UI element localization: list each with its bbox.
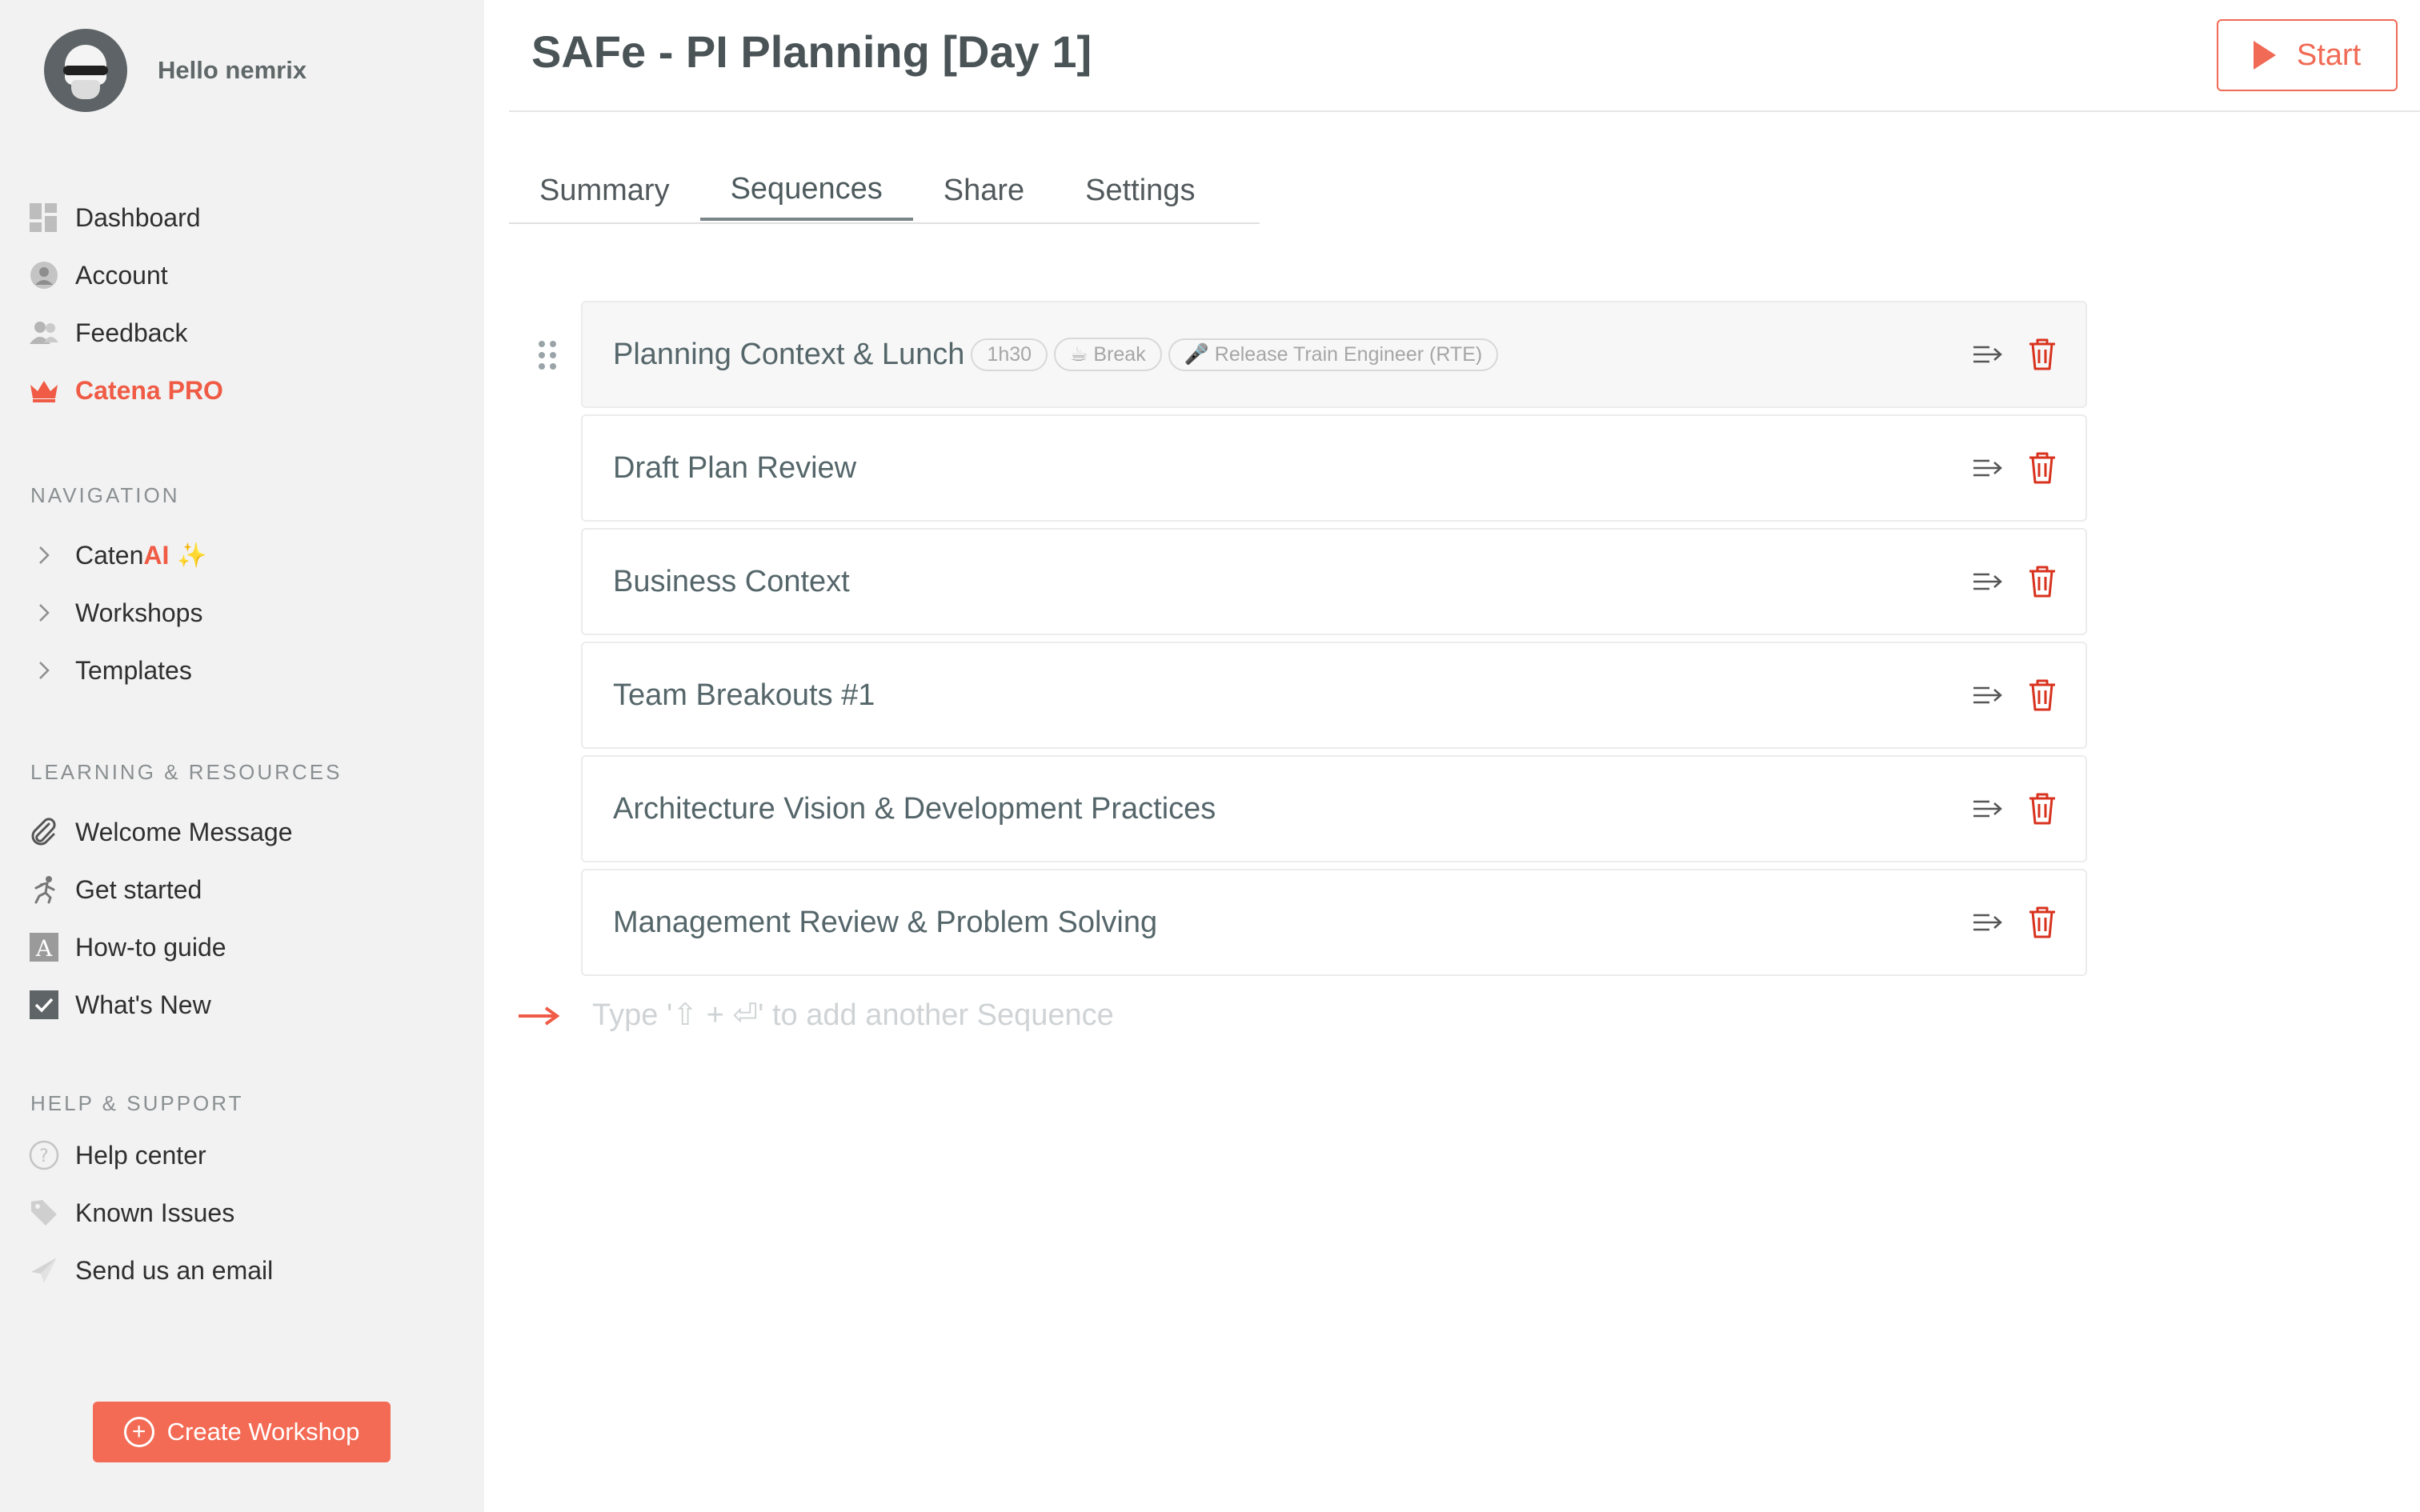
move-arrow-icon[interactable] bbox=[1972, 456, 2004, 480]
tab-bar: Summary Sequences Share Settings bbox=[509, 160, 1260, 224]
sidebar-item-label: Workshops bbox=[75, 598, 203, 627]
sequence-row[interactable]: Draft Plan Review bbox=[581, 414, 2087, 522]
sidebar-item-account[interactable]: Account bbox=[29, 254, 168, 296]
sidebar-item-catenai[interactable]: Caten AI ✨ bbox=[29, 534, 207, 576]
sidebar-item-workshops[interactable]: Workshops bbox=[29, 592, 202, 634]
sequence-title[interactable]: Business Context bbox=[613, 565, 850, 599]
tag-icon bbox=[29, 1198, 59, 1228]
move-arrow-icon[interactable] bbox=[1972, 570, 2004, 594]
sidebar: Hello nemrix Dashboard Account Feedback … bbox=[0, 0, 484, 1512]
sidebar-item-how-to-guide[interactable]: A How-to guide bbox=[29, 926, 226, 968]
user-greeting: Hello nemrix bbox=[158, 56, 307, 84]
crown-icon bbox=[29, 375, 59, 406]
sparkle-icon: ✨ bbox=[177, 542, 207, 569]
chevron-right-icon bbox=[29, 598, 59, 628]
sidebar-item-templates[interactable]: Templates bbox=[29, 650, 192, 691]
sidebar-item-label: Catena PRO bbox=[75, 375, 223, 405]
sequence-title[interactable]: Architecture Vision & Development Practi… bbox=[613, 792, 1216, 826]
dashboard-icon bbox=[29, 202, 59, 233]
chevron-right-icon bbox=[29, 540, 59, 570]
section-title-learning: LEARNING & RESOURCES bbox=[30, 760, 343, 784]
runner-icon bbox=[29, 874, 59, 905]
facilitator-badge: 🎤 Release Train Engineer (RTE) bbox=[1168, 338, 1499, 371]
sidebar-item-label: How-to guide bbox=[75, 932, 226, 962]
sequence-row[interactable]: Business Context bbox=[581, 528, 2087, 635]
section-title-help: HELP & SUPPORT bbox=[30, 1091, 244, 1115]
sidebar-item-catena-pro[interactable]: Catena PRO bbox=[29, 370, 223, 411]
sidebar-item-dashboard[interactable]: Dashboard bbox=[29, 197, 201, 238]
avatar[interactable] bbox=[44, 29, 127, 112]
page-header: SAFe - PI Planning [Day 1] Start bbox=[509, 0, 2420, 112]
sidebar-item-whats-new[interactable]: What's New bbox=[29, 984, 211, 1026]
sidebar-item-label: What's New bbox=[75, 990, 211, 1019]
move-arrow-icon[interactable] bbox=[1972, 342, 2004, 366]
sidebar-item-label: Get started bbox=[75, 874, 202, 904]
tab-share[interactable]: Share bbox=[913, 160, 1055, 221]
sidebar-item-label: Dashboard bbox=[75, 202, 201, 232]
drag-handle-icon[interactable] bbox=[536, 339, 559, 371]
start-button[interactable]: Start bbox=[2217, 19, 2398, 91]
question-icon: ? bbox=[29, 1140, 59, 1170]
sidebar-item-feedback[interactable]: Feedback bbox=[29, 312, 188, 354]
feedback-icon bbox=[29, 318, 59, 348]
trash-icon[interactable] bbox=[2026, 905, 2058, 940]
sidebar-item-help-center[interactable]: ? Help center bbox=[29, 1134, 206, 1176]
sidebar-item-label: Help center bbox=[75, 1140, 206, 1170]
svg-text:A: A bbox=[35, 935, 53, 962]
sidebar-item-send-email[interactable]: Send us an email bbox=[29, 1250, 273, 1291]
sidebar-item-label: Feedback bbox=[75, 318, 188, 347]
move-arrow-icon[interactable] bbox=[1972, 910, 2004, 934]
sequence-row[interactable]: Team Breakouts #1 bbox=[581, 642, 2087, 749]
duration-badge: 1h30 bbox=[971, 338, 1048, 371]
trash-icon[interactable] bbox=[2026, 791, 2058, 826]
section-title-navigation: NAVIGATION bbox=[30, 483, 180, 507]
sidebar-item-label: Templates bbox=[75, 655, 192, 685]
paperclip-icon bbox=[29, 817, 59, 847]
sidebar-item-welcome-message[interactable]: Welcome Message bbox=[29, 811, 293, 853]
sequence-title[interactable]: Team Breakouts #1 bbox=[613, 678, 875, 713]
create-workshop-label: Create Workshop bbox=[166, 1418, 360, 1446]
tab-sequences[interactable]: Sequences bbox=[699, 160, 913, 221]
move-arrow-icon[interactable] bbox=[1972, 797, 2004, 821]
sidebar-item-label: Account bbox=[75, 260, 168, 290]
trash-icon[interactable] bbox=[2026, 337, 2058, 372]
sidebar-item-known-issues[interactable]: Known Issues bbox=[29, 1192, 234, 1234]
add-sequence-input[interactable] bbox=[592, 998, 1312, 1033]
play-icon bbox=[2253, 41, 2276, 70]
sequence-title[interactable]: Planning Context & Lunch bbox=[613, 338, 964, 372]
sidebar-item-label: Send us an email bbox=[75, 1255, 274, 1285]
svg-text:?: ? bbox=[39, 1146, 49, 1166]
ai-label: AI bbox=[143, 540, 170, 570]
sidebar-item-label: Known Issues bbox=[75, 1198, 235, 1227]
user-profile[interactable]: Hello nemrix bbox=[44, 29, 307, 112]
sequence-list: Planning Context & Lunch 1h30 ☕ Break 🎤 … bbox=[539, 301, 2087, 982]
start-label: Start bbox=[2296, 38, 2362, 72]
sidebar-item-get-started[interactable]: Get started bbox=[29, 869, 202, 910]
tab-settings[interactable]: Settings bbox=[1055, 160, 1225, 221]
page-title: SAFe - PI Planning [Day 1] bbox=[531, 26, 1092, 77]
sequence-row[interactable]: Planning Context & Lunch 1h30 ☕ Break 🎤 … bbox=[539, 301, 2087, 408]
sidebar-item-label: Welcome Message bbox=[75, 817, 293, 846]
sequence-row[interactable]: Architecture Vision & Development Practi… bbox=[581, 755, 2087, 862]
add-sequence-row bbox=[517, 998, 1312, 1033]
sequence-title[interactable]: Management Review & Problem Solving bbox=[613, 906, 1157, 940]
checkbox-icon bbox=[29, 990, 59, 1020]
sequence-row[interactable]: Management Review & Problem Solving bbox=[581, 869, 2087, 976]
tab-summary[interactable]: Summary bbox=[509, 160, 700, 221]
sequence-title[interactable]: Draft Plan Review bbox=[613, 451, 856, 486]
trash-icon[interactable] bbox=[2026, 678, 2058, 713]
break-badge: ☕ Break bbox=[1054, 338, 1162, 371]
arrow-right-icon bbox=[519, 1006, 560, 1026]
trash-icon[interactable] bbox=[2026, 564, 2058, 599]
plus-circle-icon: + bbox=[123, 1417, 154, 1447]
send-icon bbox=[29, 1255, 59, 1286]
account-icon bbox=[29, 260, 59, 290]
trash-icon[interactable] bbox=[2026, 450, 2058, 486]
caten-label: Caten bbox=[75, 540, 144, 570]
guide-icon: A bbox=[29, 932, 59, 962]
chevron-right-icon bbox=[29, 655, 59, 686]
create-workshop-button[interactable]: + Create Workshop bbox=[93, 1402, 391, 1462]
move-arrow-icon[interactable] bbox=[1972, 683, 2004, 707]
